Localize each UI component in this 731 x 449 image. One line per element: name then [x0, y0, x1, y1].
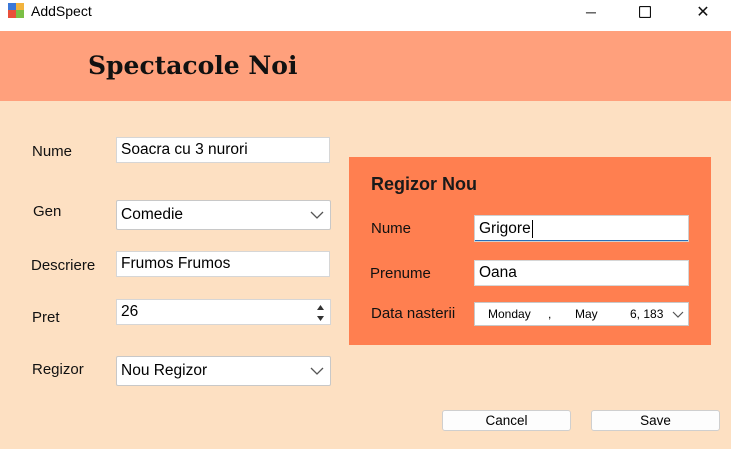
window-title: AddSpect	[31, 3, 92, 19]
regizor-nume-input[interactable]: Grigore	[474, 215, 689, 242]
close-button[interactable]: ✕	[680, 0, 726, 24]
date-month[interactable]: May	[575, 307, 598, 321]
date-separator: ,	[548, 307, 552, 321]
gen-select-value: Comedie	[121, 206, 184, 223]
title-bar: AddSpect ─ ✕	[0, 0, 731, 31]
spin-up-button[interactable]	[312, 302, 328, 313]
chevron-down-icon	[310, 367, 324, 375]
close-icon: ✕	[696, 4, 710, 21]
pret-spinner[interactable]: 26	[116, 299, 331, 325]
pret-spin-buttons	[312, 302, 328, 324]
caret-down-icon	[316, 316, 324, 321]
text-caret	[531, 219, 533, 238]
regizor-nume-value: Grigore	[479, 219, 531, 237]
nume-input[interactable]: Soacra cu 3 nurori	[116, 137, 330, 163]
page-title: Spectacole Noi	[88, 51, 298, 80]
spin-down-button[interactable]	[312, 313, 328, 324]
pret-label: Pret	[32, 309, 60, 326]
pret-spinner-value: 26	[121, 303, 139, 320]
regizor-select-value: Nou Regizor	[121, 362, 208, 379]
prenume-input[interactable]: Oana	[474, 260, 689, 286]
regizor-label: Regizor	[32, 361, 84, 378]
cancel-button[interactable]: Cancel	[442, 410, 571, 431]
regizor-nume-label: Nume	[371, 220, 412, 237]
chevron-down-icon[interactable]	[672, 309, 684, 319]
gen-select[interactable]: Comedie	[116, 200, 331, 230]
prenume-label: Prenume	[370, 265, 431, 282]
descriere-label: Descriere	[31, 257, 96, 274]
chevron-down-icon	[310, 211, 324, 219]
regizor-select[interactable]: Nou Regizor	[116, 356, 331, 386]
save-button[interactable]: Save	[591, 410, 720, 431]
data-nasterii-label: Data nasterii	[371, 305, 456, 322]
maximize-button[interactable]	[622, 0, 668, 24]
gen-label: Gen	[33, 203, 62, 220]
app-icon	[7, 2, 25, 19]
caret-up-icon	[316, 305, 324, 310]
focus-underline	[475, 240, 688, 241]
date-day-name[interactable]: Monday	[488, 307, 531, 321]
data-nasterii-picker[interactable]: Monday , May 6, 183	[474, 302, 689, 326]
regizor-nou-title: Regizor Nou	[371, 174, 477, 194]
minimize-button[interactable]: ─	[568, 0, 614, 24]
descriere-input[interactable]: Frumos Frumos	[116, 251, 330, 277]
nume-label: Nume	[32, 143, 73, 160]
date-day-year[interactable]: 6, 183	[630, 307, 663, 321]
maximize-icon	[639, 6, 651, 18]
minimize-icon: ─	[586, 4, 596, 20]
